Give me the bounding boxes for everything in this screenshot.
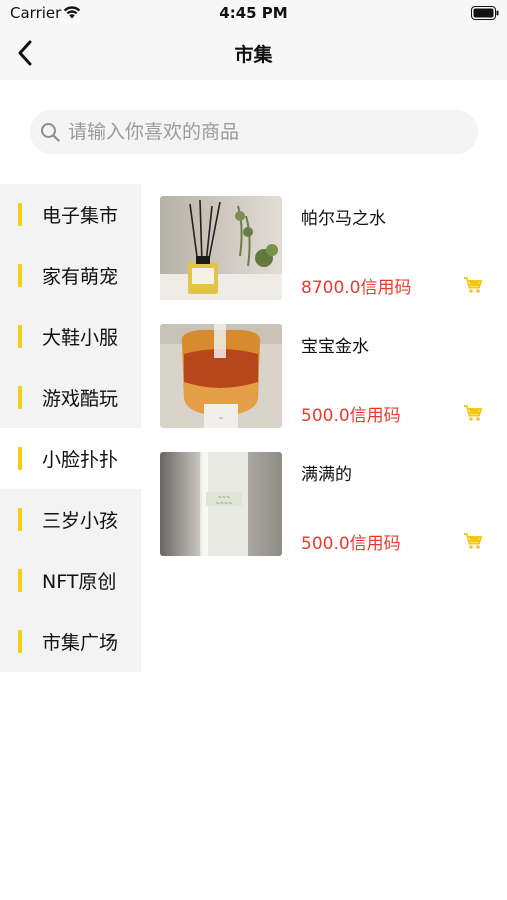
sidebar-item-market-square[interactable]: 市集广场 [0, 611, 141, 672]
svg-text:~: ~ [218, 415, 223, 422]
product-item[interactable]: ~ 宝宝金水 500.0信用码 [160, 324, 495, 452]
product-list: 帕尔马之水 8700.0信用码 ~ 宝宝金水 500.0信用码 ~~~ ~~~~… [160, 196, 495, 580]
status-time: 4:45 PM [219, 4, 288, 22]
add-to-cart-icon[interactable] [463, 532, 483, 550]
add-to-cart-icon[interactable] [463, 404, 483, 422]
sidebar-item-clothing[interactable]: 大鞋小服 [0, 306, 141, 367]
product-image [160, 196, 282, 300]
nav-bar: 市集 [0, 26, 507, 80]
sidebar-item-label: 三岁小孩 [42, 510, 119, 532]
svg-text:~~~~: ~~~~ [216, 501, 233, 507]
sidebar-item-kids[interactable]: 三岁小孩 [0, 489, 141, 550]
product-price: 500.0信用码 [301, 406, 401, 426]
sidebar-indicator [18, 508, 22, 531]
sidebar-item-games[interactable]: 游戏酷玩 [0, 367, 141, 428]
sidebar-indicator [18, 447, 22, 470]
sidebar-item-nft[interactable]: NFT原创 [0, 550, 141, 611]
sidebar-indicator [18, 203, 22, 226]
product-item[interactable]: 帕尔马之水 8700.0信用码 [160, 196, 495, 324]
sidebar-indicator [18, 630, 22, 653]
sidebar-indicator [18, 386, 22, 409]
sidebar-item-pets[interactable]: 家有萌宠 [0, 245, 141, 306]
sidebar-item-label: NFT原创 [42, 571, 117, 593]
sidebar-item-electronics[interactable]: 电子集市 [0, 184, 141, 245]
product-price: 500.0信用码 [301, 534, 401, 554]
product-image: ~ [160, 324, 282, 428]
product-name: 宝宝金水 [301, 337, 369, 357]
sidebar-item-label: 小脸扑扑 [42, 449, 119, 471]
status-bar: Carrier 4:45 PM [0, 0, 507, 26]
page-title: 市集 [234, 44, 273, 66]
sidebar-indicator [18, 325, 22, 348]
sidebar-item-label: 游戏酷玩 [42, 388, 119, 410]
category-sidebar: 电子集市 家有萌宠 大鞋小服 游戏酷玩 小脸扑扑 三岁小孩 NFT原创 市集广场 [0, 184, 141, 672]
add-to-cart-icon[interactable] [463, 276, 483, 294]
product-item[interactable]: ~~~ ~~~~ 满满的 500.0信用码 [160, 452, 495, 580]
product-name: 帕尔马之水 [301, 209, 386, 229]
sidebar-indicator [18, 264, 22, 287]
product-name: 满满的 [301, 465, 352, 485]
search-input[interactable] [68, 121, 458, 143]
sidebar-item-label: 家有萌宠 [42, 266, 119, 288]
search-bar[interactable] [30, 110, 478, 154]
product-price: 8700.0信用码 [301, 278, 412, 298]
search-icon [41, 123, 60, 142]
sidebar-item-beauty[interactable]: 小脸扑扑 [0, 428, 141, 489]
sidebar-indicator [18, 569, 22, 592]
battery-icon [471, 6, 499, 20]
product-image: ~~~ ~~~~ [160, 452, 282, 556]
sidebar-item-label: 电子集市 [42, 205, 119, 227]
sidebar-item-label: 大鞋小服 [42, 327, 119, 349]
sidebar-item-label: 市集广场 [42, 632, 119, 654]
